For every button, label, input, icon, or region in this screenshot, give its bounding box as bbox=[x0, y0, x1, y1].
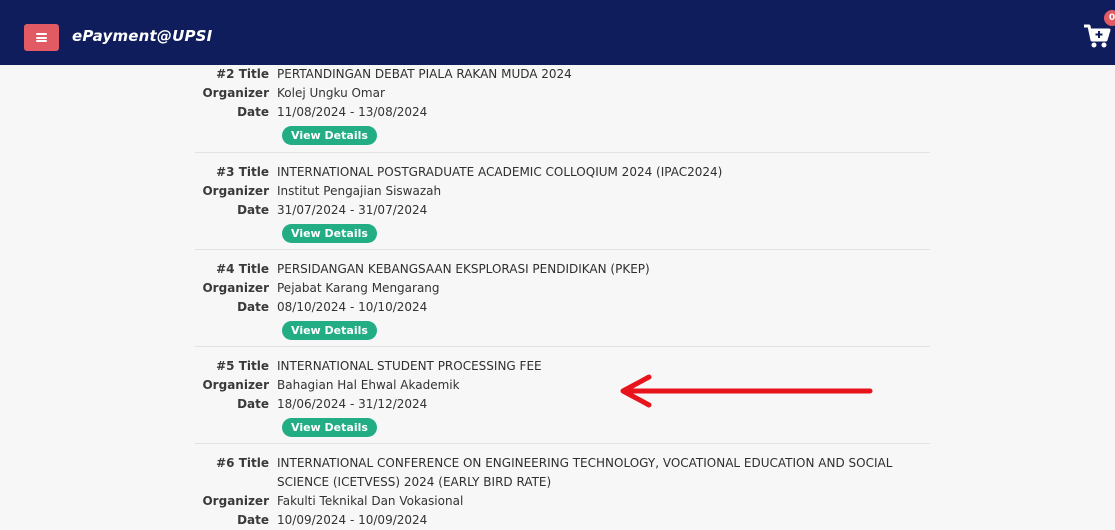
cart-count-badge: 0 bbox=[1104, 10, 1115, 26]
view-details-button[interactable]: View Details bbox=[282, 418, 377, 437]
event-title: PERSIDANGAN KEBANGSAAN EKSPLORASI PENDID… bbox=[277, 262, 650, 276]
view-details-button[interactable]: View Details bbox=[282, 126, 377, 145]
event-organizer: Fakulti Teknikal Dan Vokasional bbox=[277, 494, 464, 508]
event-title: INTERNATIONAL CONFERENCE ON ENGINEERING … bbox=[277, 456, 893, 489]
event-date: 11/08/2024 - 13/08/2024 bbox=[277, 105, 428, 119]
event-organizer: Institut Pengajian Siswazah bbox=[277, 184, 442, 198]
organizer-label: Organizer bbox=[202, 86, 269, 100]
event-title: INTERNATIONAL POSTGRADUATE ACADEMIC COLL… bbox=[277, 165, 723, 179]
organizer-label: Organizer bbox=[202, 281, 269, 295]
event-item: #6 Title INTERNATIONAL CONFERENCE ON ENGI… bbox=[195, 444, 930, 530]
event-date: 08/10/2024 - 10/10/2024 bbox=[277, 300, 428, 314]
event-item: #3 Title INTERNATIONAL POSTGRADUATE ACADE… bbox=[195, 153, 930, 250]
top-navbar: ePayment@UPSI 0 bbox=[0, 0, 1115, 65]
view-details-button[interactable]: View Details bbox=[282, 224, 377, 243]
organizer-label: Organizer bbox=[202, 378, 269, 392]
date-label: Date bbox=[237, 105, 269, 119]
app-brand[interactable]: ePayment@UPSI bbox=[72, 27, 212, 45]
hamburger-icon bbox=[36, 33, 47, 42]
event-number-label: #2 Title bbox=[216, 67, 269, 81]
menu-toggle-button[interactable] bbox=[24, 24, 59, 51]
event-item: #2 Title PERTANDINGAN DEBAT PIALA RAKAN M… bbox=[195, 65, 930, 153]
date-label: Date bbox=[237, 300, 269, 314]
event-title: PERTANDINGAN DEBAT PIALA RAKAN MUDA 2024 bbox=[277, 67, 572, 81]
event-organizer: Pejabat Karang Mengarang bbox=[277, 281, 440, 295]
view-details-button[interactable]: View Details bbox=[282, 321, 377, 340]
event-number-label: #4 Title bbox=[216, 262, 269, 276]
event-list: #2 Title PERTANDINGAN DEBAT PIALA RAKAN M… bbox=[195, 65, 930, 530]
event-date: 31/07/2024 - 31/07/2024 bbox=[277, 203, 428, 217]
organizer-label: Organizer bbox=[202, 184, 269, 198]
event-number-label: #3 Title bbox=[216, 165, 269, 179]
event-number-label: #5 Title bbox=[216, 359, 269, 373]
event-number-label: #6 Title bbox=[216, 456, 269, 470]
shopping-cart-icon[interactable] bbox=[1083, 22, 1111, 50]
event-organizer: Kolej Ungku Omar bbox=[277, 86, 385, 100]
organizer-label: Organizer bbox=[202, 494, 269, 508]
date-label: Date bbox=[237, 513, 269, 527]
event-item: #4 Title PERSIDANGAN KEBANGSAAN EKSPLORAS… bbox=[195, 250, 930, 347]
red-annotation-arrow bbox=[620, 374, 873, 408]
event-date: 10/09/2024 - 10/09/2024 bbox=[277, 513, 428, 527]
date-label: Date bbox=[237, 203, 269, 217]
date-label: Date bbox=[237, 397, 269, 411]
